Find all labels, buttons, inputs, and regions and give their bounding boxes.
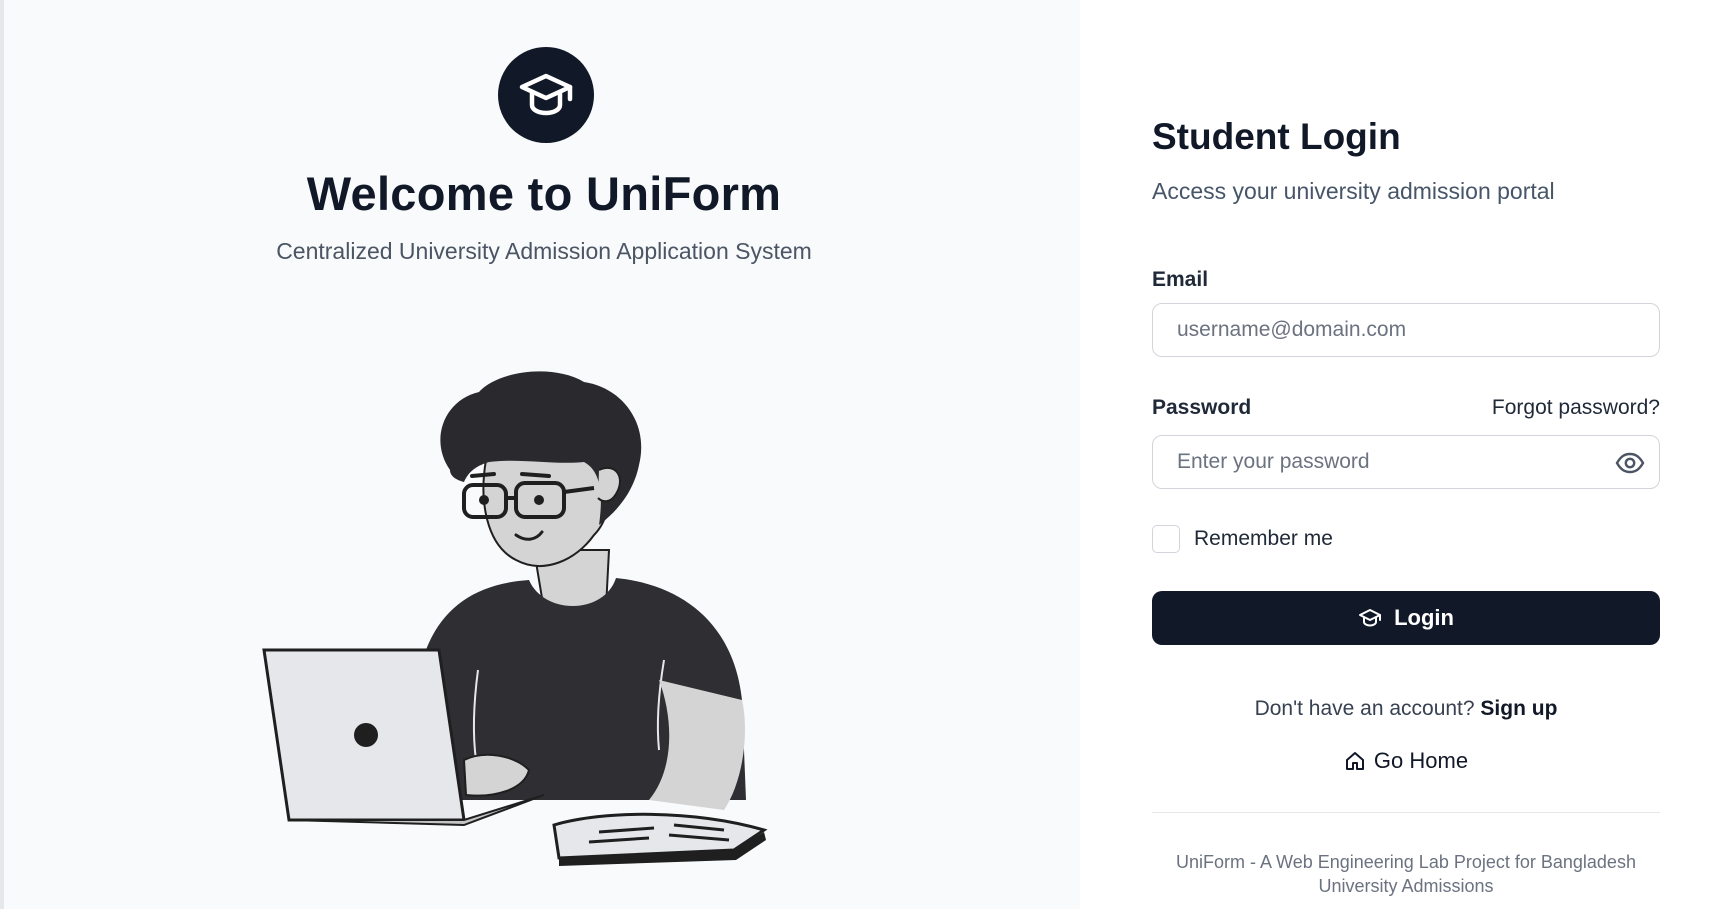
logo-badge [498,47,594,143]
remember-me-checkbox[interactable] [1152,525,1180,553]
signup-prompt: Don't have an account? Sign up [1152,697,1660,721]
signup-prompt-text: Don't have an account? [1254,697,1475,720]
brand-panel: Welcome to UniForm Centralized Universit… [0,0,1080,909]
password-input[interactable] [1152,435,1660,489]
login-button[interactable]: Login [1152,591,1660,645]
signup-link[interactable]: Sign up [1480,697,1557,720]
email-label: Email [1152,268,1209,291]
student-with-laptop-illustration [262,371,768,866]
eye-icon-graphic [1615,452,1645,474]
login-title: Student Login [1152,116,1401,157]
remember-me-label[interactable]: Remember me [1194,527,1333,551]
eye-icon[interactable] [1612,448,1648,478]
forgot-password-link[interactable]: Forgot password? [1492,396,1660,420]
footer-divider [1152,812,1660,813]
login-button-label: Login [1394,605,1454,630]
login-subtitle: Access your university admission portal [1152,178,1555,204]
login-panel: Student Login Access your university adm… [1080,0,1734,909]
email-input[interactable] [1152,303,1660,357]
go-home-label: Go Home [1373,748,1469,773]
password-label: Password [1152,396,1252,419]
footer-text: UniForm - A Web Engineering Lab Project … [1176,852,1636,896]
home-icon [1345,752,1364,770]
welcome-title: Welcome to UniForm [306,167,782,220]
welcome-subtitle: Centralized University Admission Applica… [276,238,812,264]
graduation-cap-icon [1359,609,1382,627]
go-home-link[interactable]: Go Home [1152,748,1660,774]
graduation-cap-icon [519,73,573,116]
